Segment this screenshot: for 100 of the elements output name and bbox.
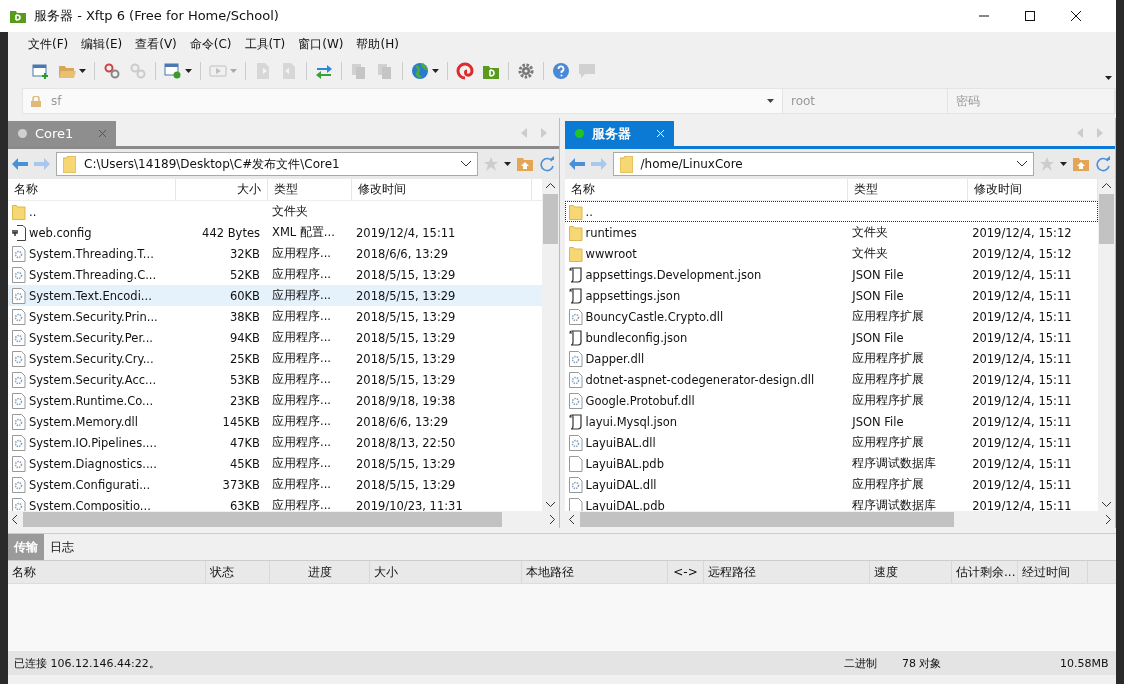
file-row[interactable]: layui.Mysql.json JSON File 2019/12/4, 15:11: [564, 411, 1098, 432]
file-row[interactable]: dotnet-aspnet-codegenerator-design.dll 应用程序扩展 2019/12/4, 15:11: [564, 369, 1098, 390]
column-header[interactable]: 状态: [206, 561, 270, 583]
menu-item[interactable]: 文件(F): [28, 35, 69, 53]
file-row[interactable]: System.Security.Per... 94KB 应用程序... 2018/5/15, 13:29: [8, 327, 542, 348]
menu-item[interactable]: 窗口(W): [298, 35, 344, 53]
close-icon[interactable]: [1070, 10, 1082, 22]
file-row[interactable]: System.Memory.dll 145KB 应用程序... 2018/6/6, 13:29: [8, 411, 542, 432]
file-row[interactable]: System.Configurati... 373KB 应用程序... 2018/5/15, 13:29: [8, 474, 542, 495]
column-header[interactable]: 类型: [268, 179, 352, 200]
refresh-icon[interactable]: [1095, 156, 1111, 172]
file-row[interactable]: appsettings.Development.json JSON File 2019/12/4, 15:11: [564, 264, 1098, 285]
chevron-down-icon[interactable]: [1017, 161, 1027, 167]
toolbar-button[interactable]: [517, 62, 535, 80]
column-header[interactable]: <->: [668, 561, 704, 583]
menu-item[interactable]: 命令(C): [189, 35, 232, 53]
column-header[interactable]: 名称: [8, 561, 206, 583]
toolbar-button[interactable]: [103, 62, 121, 80]
path-field[interactable]: /home/LinuxCore: [612, 152, 1034, 176]
toolbar-button[interactable]: [411, 62, 439, 80]
back-icon[interactable]: [12, 158, 28, 170]
dropdown-arrow-icon[interactable]: [1060, 162, 1067, 166]
maximize-icon[interactable]: [1024, 10, 1036, 22]
column-header[interactable]: 远程路径: [704, 561, 870, 583]
scroll-left-icon[interactable]: [568, 515, 574, 524]
toolbar-button[interactable]: [164, 62, 192, 80]
scroll-up-icon[interactable]: [545, 183, 555, 188]
file-row[interactable]: System.Security.Acc... 53KB 应用程序... 2018/5/15, 13:29: [8, 369, 542, 390]
password-field[interactable]: 密码: [948, 89, 1115, 113]
scroll-up-icon[interactable]: [1102, 183, 1111, 188]
file-row[interactable]: System.Security.Prin... 38KB 应用程序... 2018/5/15, 13:29: [8, 306, 542, 327]
dropdown-arrow-icon[interactable]: [767, 99, 774, 103]
home-folder-icon[interactable]: [1073, 157, 1089, 171]
file-row[interactable]: Dapper.dll 应用程序扩展 2019/12/4, 15:11: [564, 348, 1098, 369]
file-row[interactable]: LayuiDAL.pdb 程序调试数据库 2019/12/4, 15:11: [564, 495, 1098, 511]
column-header[interactable]: 本地路径: [522, 561, 668, 583]
file-row[interactable]: System.IO.Pipelines.... 47KB 应用程序... 2018/8/13, 22:50: [8, 432, 542, 453]
file-row[interactable]: System.Runtime.Co... 23KB 应用程序... 2018/9/18, 19:38: [8, 390, 542, 411]
file-row[interactable]: System.Compositio... 63KB 应用程序... 2019/10/23, 11:31: [8, 495, 542, 511]
file-row[interactable]: LayuiBAL.dll 应用程序扩展 2019/12/4, 15:11: [564, 432, 1098, 453]
star-icon[interactable]: [1040, 157, 1054, 171]
session-tab[interactable]: 服务器: [564, 121, 674, 146]
file-row[interactable]: appsettings.json JSON File 2019/12/4, 15:11: [564, 285, 1098, 306]
menu-item[interactable]: 编辑(E): [81, 35, 123, 53]
file-row[interactable]: ..: [564, 201, 1098, 222]
path-field[interactable]: C:\Users\14189\Desktop\C#发布文件\Core1: [56, 152, 478, 176]
file-row[interactable]: System.Threading.C... 52KB 应用程序... 2018/5/15, 13:29: [8, 264, 542, 285]
scrollbar-thumb[interactable]: [542, 194, 558, 244]
vertical-scrollbar[interactable]: [1098, 179, 1115, 511]
file-row[interactable]: System.Text.Encodi... 60KB 应用程序... 2018/5/15, 13:29: [8, 285, 542, 306]
column-header[interactable]: 速度: [870, 561, 952, 583]
username-field[interactable]: root: [783, 89, 948, 113]
vertical-scrollbar[interactable]: [541, 179, 559, 511]
file-row[interactable]: System.Diagnostics.... 45KB 应用程序... 2018/5/15, 13:29: [8, 453, 542, 474]
file-row[interactable]: BouncyCastle.Crypto.dll 应用程序扩展 2019/12/4, 15:11: [564, 306, 1098, 327]
scrollbar-thumb[interactable]: [23, 512, 502, 527]
column-header[interactable]: 修改时间: [968, 179, 1098, 200]
file-row[interactable]: runtimes 文件夹 2019/12/4, 15:12: [564, 222, 1098, 243]
forward-icon[interactable]: [590, 158, 607, 170]
star-icon[interactable]: [483, 157, 498, 171]
file-row[interactable]: .. 文件夹: [8, 201, 542, 222]
tab-label[interactable]: 服务器: [591, 124, 631, 143]
file-row[interactable]: LayuiDAL.dll 应用程序扩展 2019/12/4, 15:11: [564, 474, 1098, 495]
toolbar-button[interactable]: [32, 62, 50, 80]
scroll-right-icon[interactable]: [549, 515, 555, 524]
back-icon[interactable]: [568, 158, 585, 170]
scroll-down-icon[interactable]: [545, 502, 555, 507]
forward-icon[interactable]: [34, 158, 50, 170]
file-row[interactable]: Google.Protobuf.dll 应用程序扩展 2019/12/4, 15:11: [564, 390, 1098, 411]
menu-item[interactable]: 查看(V): [135, 35, 177, 53]
column-header[interactable]: 估计剩余...: [952, 561, 1018, 583]
file-row[interactable]: System.Security.Cry... 25KB 应用程序... 2018/5/15, 13:29: [8, 348, 542, 369]
file-row[interactable]: System.Threading.T... 32KB 应用程序... 2018/6/6, 13:29: [8, 243, 542, 264]
file-row[interactable]: bundleconfig.json JSON File 2019/12/4, 15:11: [564, 327, 1098, 348]
column-header[interactable]: 类型: [848, 179, 969, 200]
scroll-left-icon[interactable]: [12, 515, 17, 524]
column-header[interactable]: 名称: [564, 179, 849, 200]
column-header[interactable]: 经过时间: [1018, 561, 1088, 583]
toolbar-button[interactable]: [456, 62, 474, 80]
file-row[interactable]: web.config 442 Bytes XML 配置... 2019/12/4, 15:11: [8, 222, 542, 243]
scrollbar-thumb[interactable]: [1099, 194, 1114, 244]
panel-tab[interactable]: 日志: [44, 534, 80, 560]
column-header[interactable]: 修改时间: [352, 179, 532, 200]
column-header[interactable]: 进度: [270, 561, 370, 583]
dropdown-arrow-icon[interactable]: [503, 162, 511, 166]
overflow-arrow-icon[interactable]: [1105, 76, 1112, 80]
column-header[interactable]: 大小: [370, 561, 522, 583]
scrollbar-thumb[interactable]: [579, 512, 955, 527]
scroll-down-icon[interactable]: [1102, 502, 1111, 507]
column-header[interactable]: 大小: [176, 179, 268, 200]
file-row[interactable]: wwwroot 文件夹 2019/12/4, 15:12: [564, 243, 1098, 264]
column-header[interactable]: 名称: [8, 179, 176, 200]
home-folder-icon[interactable]: [516, 157, 533, 171]
scroll-right-icon[interactable]: [1106, 515, 1111, 524]
menu-item[interactable]: 工具(T): [244, 35, 286, 53]
file-row[interactable]: LayuiBAL.pdb 程序调试数据库 2019/12/4, 15:11: [564, 453, 1098, 474]
refresh-icon[interactable]: [538, 156, 555, 172]
menu-item[interactable]: 帮助(H): [356, 35, 399, 53]
chevron-down-icon[interactable]: [460, 161, 471, 167]
toolbar-button[interactable]: [552, 62, 570, 80]
